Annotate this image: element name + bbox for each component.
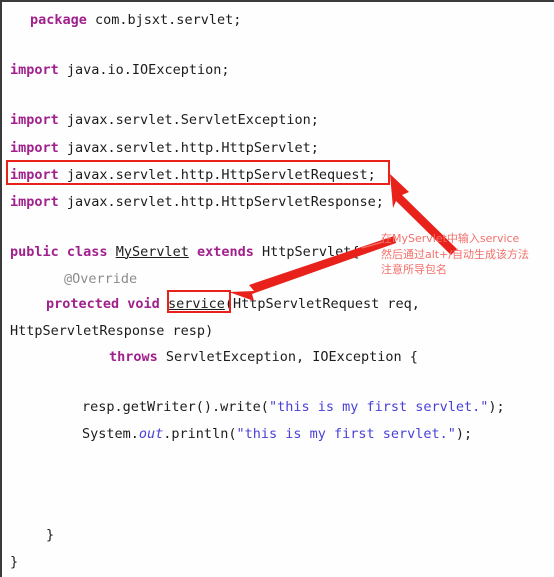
code-line-import-httpservletrequest: import javax.servlet.http.HttpServletReq…: [10, 163, 554, 188]
code-line-import-httpservlet: import javax.servlet.http.HttpServlet;: [10, 136, 554, 161]
keyword-protected-void: protected void: [46, 296, 160, 312]
code-line-throws: throws ServletException, IOException {: [109, 345, 554, 370]
java-source-code: package com.bjsxt.servlet; import java.i…: [2, 2, 554, 577]
code-line-system-out-println: System.out.println("this is my first ser…: [82, 422, 554, 447]
code-line-close-method-brace: }: [46, 527, 55, 543]
callout-line-2: 然后通过alt+/自动生成该方法: [381, 247, 530, 261]
stmt-suffix: );: [488, 399, 505, 415]
keyword-import: import: [10, 112, 59, 128]
keyword-package: package: [30, 12, 87, 28]
code-screenshot: package com.bjsxt.servlet; import java.i…: [0, 0, 554, 577]
method-name-service: service: [167, 296, 225, 312]
import-path: javax.servlet.http.HttpServletResponse;: [58, 194, 384, 210]
package-name: com.bjsxt.servlet;: [86, 12, 242, 28]
callout-line-1: 在MyServlet中输入service: [381, 232, 520, 245]
class-name-myservlet: MyServlet: [115, 244, 189, 260]
code-line-import-servletexception: import javax.servlet.ServletException;: [10, 108, 554, 133]
import-path: javax.servlet.http.HttpServletRequest;: [58, 167, 376, 183]
code-line-package: package com.bjsxt.servlet;: [30, 8, 554, 33]
code-line-getwriter-write: resp.getWriter().write("this is my first…: [82, 395, 554, 420]
exception-list: ServletException, IOException {: [157, 349, 418, 365]
superclass-name: HttpServlet{: [253, 244, 360, 260]
code-line-method-params-second: HttpServletResponse resp): [10, 323, 214, 339]
keyword-import: import: [10, 167, 59, 183]
stmt-suffix: );: [455, 426, 473, 442]
string-literal: "this is my first servlet.": [236, 426, 456, 442]
keyword-public-class: public class: [10, 244, 108, 260]
callout-line-3: 注意所导包名: [381, 263, 447, 276]
field-out: out: [138, 426, 164, 442]
keyword-throws: throws: [109, 349, 158, 365]
keyword-extends: extends: [196, 244, 254, 260]
stmt-mid: .println(: [163, 426, 237, 442]
code-line-import-ioexception: import java.io.IOException;: [10, 58, 554, 83]
code-line-close-class-brace: }: [10, 554, 19, 570]
import-path: javax.servlet.ServletException;: [58, 112, 319, 128]
keyword-import: import: [10, 62, 59, 78]
stmt-prefix: resp.getWriter().write(: [82, 399, 269, 415]
chinese-callout-note: 在MyServlet中输入service 然后通过alt+/自动生成该方法 注意…: [381, 231, 553, 278]
keyword-import: import: [10, 140, 59, 156]
import-path: java.io.IOException;: [58, 62, 230, 78]
stmt-prefix: System.: [82, 426, 139, 442]
code-line-method-signature: protected void service(HttpServletReques…: [46, 292, 554, 317]
string-literal: "this is my first servlet.": [268, 399, 489, 415]
method-params-first: (HttpServletRequest req,: [224, 296, 420, 312]
import-path: javax.servlet.http.HttpServlet;: [58, 140, 319, 156]
code-line-import-httpservletresponse: import javax.servlet.http.HttpServletRes…: [10, 190, 554, 215]
keyword-import: import: [10, 194, 59, 210]
